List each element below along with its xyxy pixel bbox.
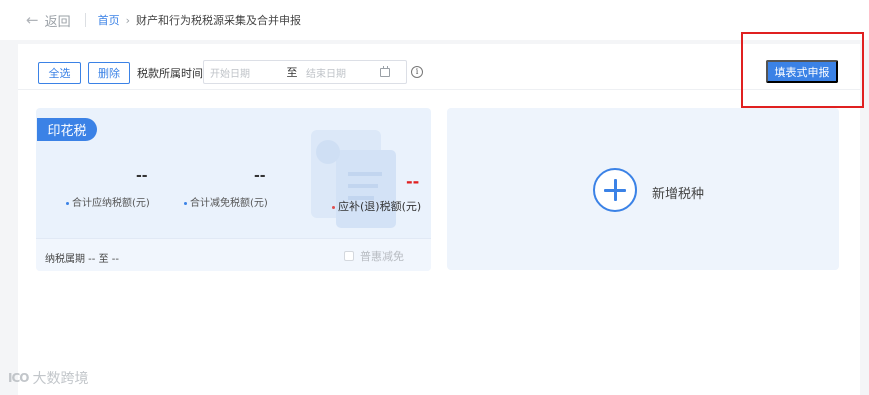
relief-checkbox[interactable]: 普惠减免 [344,248,404,264]
relief-checkbox-label: 普惠减免 [360,250,404,263]
page: ← 返回 首页 › 财产和行为税税源采集及合并申报 全选 删除 税款所属时间 开… [0,0,869,395]
tax-card-stamp-duty[interactable]: 印花税 -- 合计应纳税额(元) -- 合计减免税额(元) -- 应补(退)税额… [36,108,431,271]
breadcrumb-separator: › [125,13,130,27]
card-footer: 纳税属期 -- 至 -- 普惠减免 [36,238,431,271]
date-range-separator: 至 [286,66,298,79]
bullet-dot-icon [184,201,187,205]
back-label: 返回 [44,14,71,30]
brand-logo: ICO [8,371,30,385]
total-relief-label-text: 合计减免税额(元) [190,198,268,209]
main-panel: 全选 删除 税款所属时间 开始日期 至 结束日期 i 填表式申报 印花税 -- … [18,32,864,395]
refund-due-value: -- [406,172,420,191]
total-payable-label: 合计应纳税额(元) [66,194,150,209]
calendar-icon[interactable] [380,65,390,77]
plus-icon[interactable] [593,168,637,212]
start-date-input[interactable]: 开始日期 [204,65,270,80]
refund-due-label-text: 应补(退)税额(元) [338,200,422,213]
arrow-left-icon: ← [26,11,39,29]
total-payable-label-text: 合计应纳税额(元) [72,198,150,209]
back-button[interactable]: ← 返回 [26,11,71,30]
select-all-button[interactable]: 全选 [38,62,81,84]
total-relief-label: 合计减免税额(元) [184,194,268,209]
bullet-dot-icon [332,205,335,209]
tax-type-tag: 印花税 [37,118,97,141]
brand-text: 大数跨境 [32,371,89,387]
info-icon[interactable]: i [411,66,423,78]
checkbox-icon[interactable] [344,251,354,261]
add-tax-type-label: 新增税种 [652,187,705,202]
total-relief-value: -- [254,168,266,184]
breadcrumb-home[interactable]: 首页 [98,12,120,28]
end-date-input[interactable]: 结束日期 [302,65,372,80]
breadcrumb-current: 财产和行为税税源采集及合并申报 [136,14,301,27]
divider [84,13,86,27]
refund-due-label: 应补(退)税额(元) [332,198,421,214]
brand-watermark: ICO 大数跨境 [8,368,88,388]
total-payable-value: -- [136,168,148,184]
tax-period-range: 纳税属期 -- 至 -- [45,254,119,265]
tax-period-label: 税款所属时间 [137,67,203,80]
top-bar: ← 返回 首页 › 财产和行为税税源采集及合并申报 [0,0,869,40]
toolbar: 全选 删除 税款所属时间 开始日期 至 结束日期 i 填表式申报 [18,32,864,108]
bullet-dot-icon [66,201,69,205]
date-range-picker[interactable]: 开始日期 至 结束日期 [203,60,407,84]
add-tax-type-card[interactable]: 新增税种 [447,108,839,270]
highlight-box [741,32,864,108]
document-watermark-icon [311,130,396,228]
delete-button[interactable]: 删除 [88,62,130,84]
